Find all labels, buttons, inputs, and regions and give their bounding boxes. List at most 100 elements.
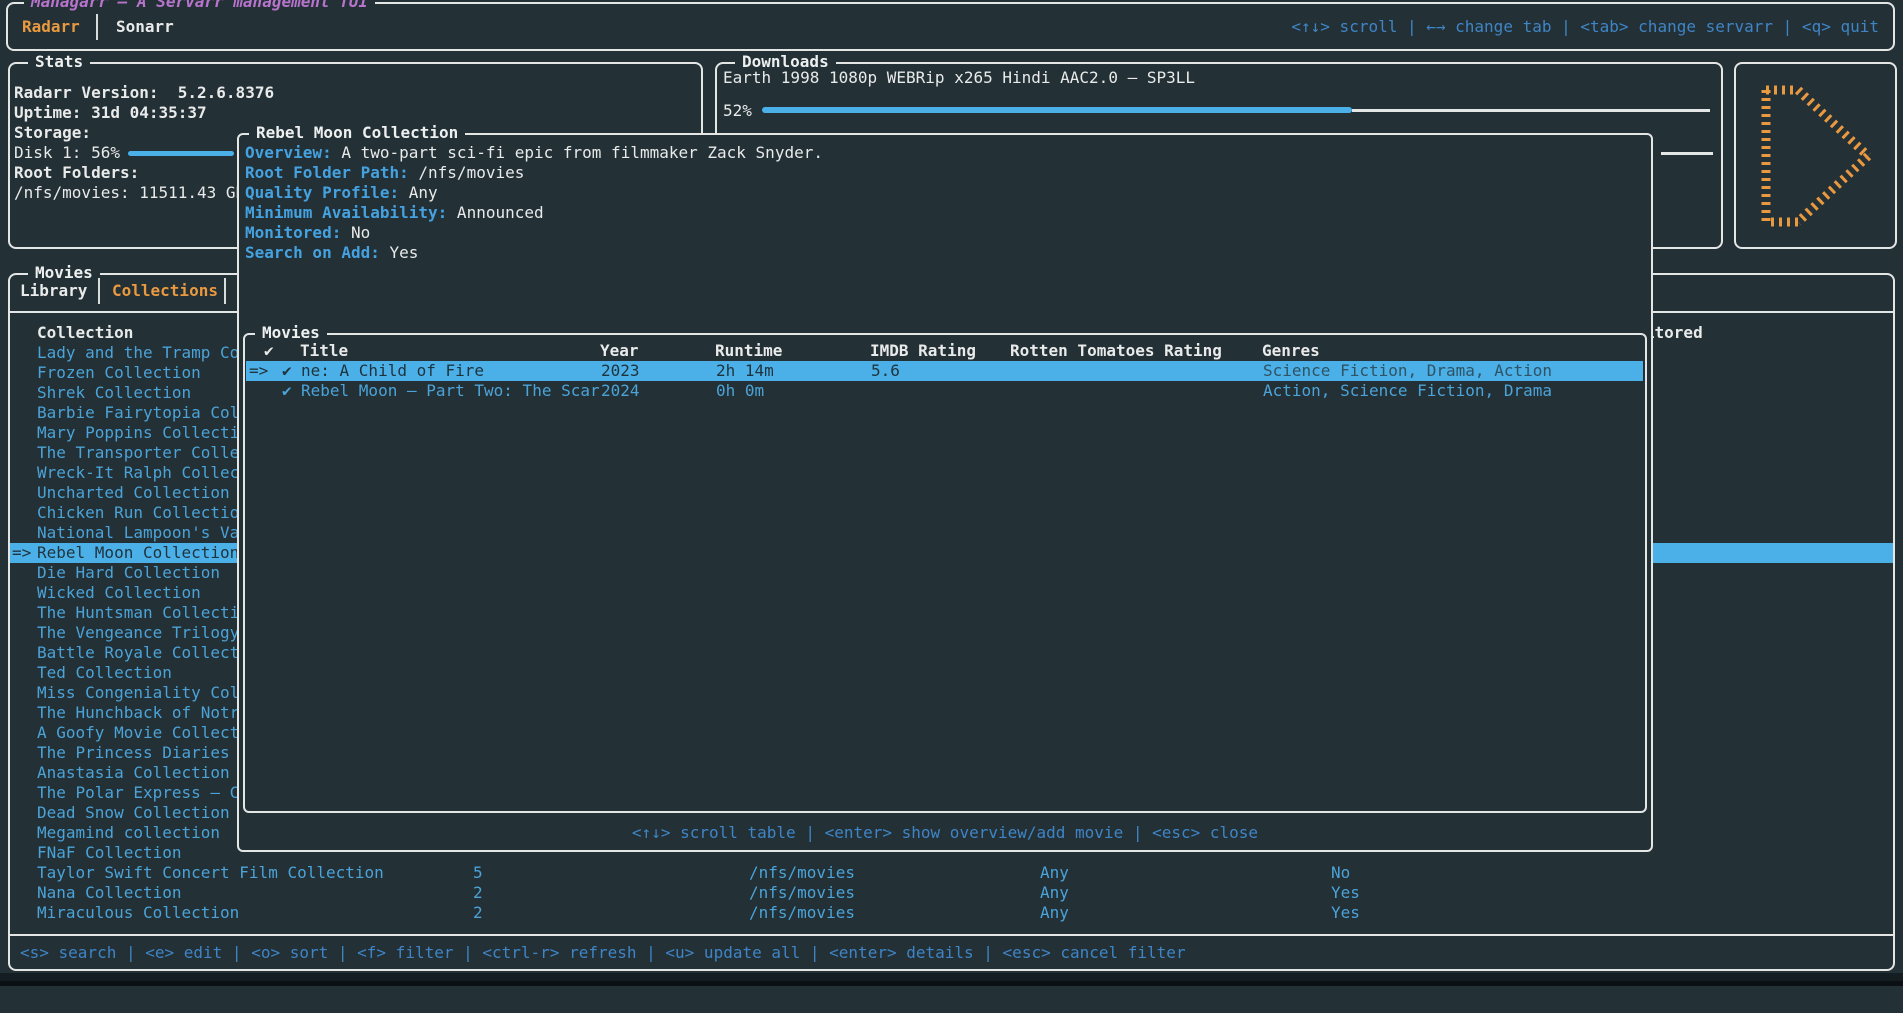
bottom-strip-dark [0, 981, 1903, 986]
download-item-name[interactable]: Earth 1998 1080p WEBRip x265 Hindi AAC2.… [723, 68, 1195, 88]
detail-label: Overview: [245, 143, 332, 162]
collection-name: Nana Collection [37, 883, 182, 903]
collection-list-item[interactable]: Taylor Swift Concert Film Collection [10, 863, 1893, 883]
download-percent-label: 52% [723, 101, 752, 121]
stats-rootfolder-value: /nfs/movies: 11511.43 GB [14, 183, 245, 203]
movie-count-cell: 2 [473, 883, 483, 903]
collection-name: Shrek Collection [37, 383, 191, 403]
collection-name: Frozen Collection [37, 363, 201, 383]
stats-storage-label: Storage: [14, 123, 91, 143]
detail-value: /nfs/movies [409, 163, 525, 182]
root-folder-cell: /nfs/movies [749, 863, 855, 883]
collection-name: The Vengeance Trilogy [37, 623, 239, 643]
collection-name: The Transporter Colle [37, 443, 239, 463]
collection-name: Barbie Fairytopia Col [37, 403, 239, 423]
collection-name: Megamind collection [37, 823, 220, 843]
movie-count-cell: 2 [473, 903, 483, 923]
movie-year-cell: 2024 [601, 381, 640, 401]
root-folder-cell: /nfs/movies [749, 883, 855, 903]
collection-name: Ted Collection [37, 663, 172, 683]
movie-genres-cell: Science Fiction, Drama, Action [1263, 361, 1552, 381]
detail-line: Search on Add: Yes [245, 243, 418, 263]
tab-radarr[interactable]: Radarr [22, 17, 80, 37]
movie-imdb-cell: 5.6 [871, 361, 900, 381]
modal-movies-box: Movies ✔ Title Year Runtime IMDB Rating … [243, 333, 1647, 813]
collection-name: Lady and the Tramp Co [37, 343, 239, 363]
collection-name: Wreck-It Ralph Collec [37, 463, 239, 483]
collection-name: The Polar Express – C [37, 783, 239, 803]
collection-list-item[interactable]: Nana Collection [10, 883, 1893, 903]
collection-name: Wicked Collection [37, 583, 201, 603]
modal-movie-row[interactable]: =>✔ne: A Child of Fire20232h 14m5.6Scien… [246, 361, 1643, 381]
modal-title: Rebel Moon Collection [249, 123, 465, 143]
download-progress-fill [762, 107, 1352, 113]
collection-name: Uncharted Collection [37, 483, 230, 503]
detail-value: Any [399, 183, 438, 202]
detail-label: Monitored: [245, 223, 341, 242]
selection-arrow: => [12, 543, 31, 563]
detail-line: Quality Profile: Any [245, 183, 438, 203]
detail-line: Root Folder Path: /nfs/movies [245, 163, 524, 183]
monitored-cell: Yes [1331, 883, 1360, 903]
disk-usage-bar [128, 151, 234, 156]
stats-uptime: Uptime: 31d 04:35:37 [14, 103, 207, 123]
quality-profile-cell: Any [1040, 863, 1069, 883]
collection-name: Anastasia Collection [37, 763, 230, 783]
movie-count-cell: 5 [473, 863, 483, 883]
collection-name: Miss Congeniality Col [37, 683, 239, 703]
collection-name: Die Hard Collection [37, 563, 220, 583]
collection-name: Chicken Run Collectio [37, 503, 239, 523]
managarr-play-logo [1750, 76, 1885, 236]
movie-title-cell: Rebel Moon – Part Two: The Scar [301, 381, 600, 401]
monitored-check-icon: ✔ [282, 381, 292, 401]
root-folder-cell: /nfs/movies [749, 903, 855, 923]
library-keybinds: <s> search | <e> edit | <o> sort | <f> f… [20, 943, 1186, 963]
app-title: Managarr – A Servarr management TUI [24, 0, 375, 12]
detail-label: Root Folder Path: [245, 163, 409, 182]
stats-disk-label: Disk 1: 56% [14, 143, 120, 163]
detail-label: Search on Add: [245, 243, 380, 262]
modal-movie-row[interactable]: ✔ Rebel Moon – Part Two: The Scar2024 0h 0… [246, 381, 1643, 401]
collection-name: The Princess Diaries [37, 743, 230, 763]
modal-movie-rows: =>✔ne: A Child of Fire20232h 14m5.6Scien… [245, 335, 1645, 811]
stats-version: Radarr Version: 5.2.6.8376 [14, 83, 274, 103]
download-progress-track [1352, 109, 1710, 112]
detail-value: A two-part sci-fi epic from filmmaker Za… [332, 143, 823, 162]
collection-name: Miraculous Collection [37, 903, 239, 923]
top-bar: Managarr – A Servarr management TUI Rada… [6, 2, 1895, 51]
collection-name: Rebel Moon Collection [37, 543, 239, 563]
collection-name: A Goofy Movie Collect [37, 723, 239, 743]
stats-title: Stats [28, 52, 90, 72]
detail-value: Announced [447, 203, 543, 222]
detail-label: Minimum Availability: [245, 203, 447, 222]
collection-name: FNaF Collection [37, 843, 182, 863]
tab-sonarr[interactable]: Sonarr [116, 17, 174, 37]
collection-details-modal: Rebel Moon Collection Overview: A two-pa… [237, 133, 1653, 852]
detail-line: Monitored: No [245, 223, 370, 243]
quality-profile-cell: Any [1040, 903, 1069, 923]
logo-panel [1734, 62, 1897, 249]
stats-rootfolders-label: Root Folders: [14, 163, 139, 183]
download-progress-fragment [1661, 152, 1713, 155]
collection-name: Dead Snow Collection [37, 803, 230, 823]
movie-runtime-cell: 0h 0m [716, 381, 764, 401]
detail-line: Overview: A two-part sci-fi epic from fi… [245, 143, 823, 163]
tab-separator [96, 14, 98, 40]
movie-runtime-cell: 2h 14m [716, 361, 774, 381]
collection-name: Mary Poppins Collecti [37, 423, 239, 443]
detail-line: Minimum Availability: Announced [245, 203, 544, 223]
movie-genres-cell: Action, Science Fiction, Drama [1263, 381, 1552, 401]
movie-title-cell: ne: A Child of Fire [301, 361, 484, 381]
collection-list-item[interactable]: Miraculous Collection [10, 903, 1893, 923]
monitored-cell: No [1331, 863, 1350, 883]
detail-value: No [341, 223, 370, 242]
movie-year-cell: 2023 [601, 361, 640, 381]
collection-name: National Lampoon's Va [37, 523, 239, 543]
bottom-strip [0, 973, 1903, 986]
modal-keybinds: <↑↓> scroll table | <enter> show overvie… [239, 823, 1651, 843]
monitored-cell: Yes [1331, 903, 1360, 923]
quality-profile-cell: Any [1040, 883, 1069, 903]
collection-name: Battle Royale Collect [37, 643, 239, 663]
monitored-check-icon: ✔ [282, 361, 292, 381]
collection-name: Taylor Swift Concert Film Collection [37, 863, 384, 883]
